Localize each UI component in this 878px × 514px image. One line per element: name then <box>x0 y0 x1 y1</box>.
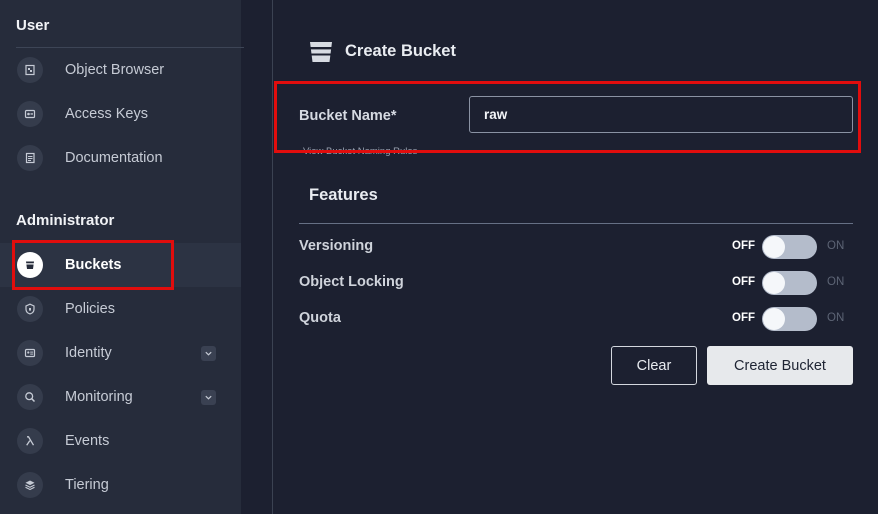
sidebar-item-label: Buckets <box>65 257 122 273</box>
quota-toggle[interactable] <box>762 307 817 331</box>
toggle-on-label: ON <box>827 276 845 288</box>
sidebar-item-buckets[interactable]: Buckets <box>0 243 241 287</box>
create-bucket-panel: Create Bucket Bucket Name* View Bucket N… <box>273 0 878 514</box>
sidebar-item-identity[interactable]: Identity <box>0 331 241 375</box>
sidebar-item-label: Events <box>65 433 110 449</box>
clear-button[interactable]: Clear <box>611 346 697 385</box>
toggle-knob <box>763 272 785 294</box>
sidebar-item-events[interactable]: Events <box>0 419 241 463</box>
sidebar-item-tiering[interactable]: Tiering <box>0 463 241 507</box>
chevron-down-icon[interactable] <box>201 389 216 405</box>
monitoring-icon <box>17 384 43 410</box>
feature-label: Versioning <box>299 238 374 254</box>
sidebar: User Object Browser Access Keys Document… <box>0 0 244 514</box>
object-browser-icon <box>17 57 43 83</box>
naming-rules-link[interactable]: View Bucket Naming Rules <box>303 146 417 157</box>
toggle-on-label: ON <box>827 312 845 324</box>
sidebar-item-access-keys[interactable]: Access Keys <box>0 92 241 136</box>
sidebar-item-label: Identity <box>65 345 112 361</box>
sidebar-item-label: Policies <box>65 301 115 317</box>
sidebar-item-label: Access Keys <box>65 106 148 122</box>
shield-icon <box>17 296 43 322</box>
sidebar-item-label: Object Browser <box>65 62 165 78</box>
toggle-off-label: OFF <box>732 312 755 324</box>
feature-row-versioning: Versioning OFF ON <box>299 235 853 259</box>
bucket-name-input[interactable] <box>469 96 853 133</box>
sidebar-item-label: Documentation <box>65 150 163 166</box>
lambda-icon <box>17 428 43 454</box>
sidebar-item-monitoring[interactable]: Monitoring <box>0 375 241 419</box>
feature-row-object-locking: Object Locking OFF ON <box>299 271 853 295</box>
toggle-knob <box>763 236 785 258</box>
admin-section-title: Administrator <box>16 212 115 229</box>
toggle-knob <box>763 308 785 330</box>
features-title: Features <box>309 186 378 204</box>
feature-label: Quota <box>299 310 341 326</box>
bucket-icon <box>17 252 43 278</box>
feature-label: Object Locking <box>299 274 404 290</box>
versioning-toggle[interactable] <box>762 235 817 259</box>
toggle-off-label: OFF <box>732 276 755 288</box>
tiering-icon <box>17 472 43 498</box>
page-title: Create Bucket <box>345 42 456 60</box>
object-locking-toggle[interactable] <box>762 271 817 295</box>
bucket-icon <box>310 42 332 62</box>
toggle-off-label: OFF <box>732 240 755 252</box>
feature-row-quota: Quota OFF ON <box>299 307 853 331</box>
user-section-title: User <box>16 17 50 34</box>
sidebar-item-policies[interactable]: Policies <box>0 287 241 331</box>
sidebar-item-object-browser[interactable]: Object Browser <box>0 48 241 92</box>
features-divider <box>299 223 853 224</box>
sidebar-item-label: Tiering <box>65 477 109 493</box>
sidebar-item-documentation[interactable]: Documentation <box>0 136 241 180</box>
chevron-down-icon[interactable] <box>201 345 216 361</box>
identity-icon <box>17 340 43 366</box>
bucket-name-label: Bucket Name* <box>299 108 397 124</box>
access-keys-icon <box>17 101 43 127</box>
create-bucket-button[interactable]: Create Bucket <box>707 346 853 385</box>
sidebar-item-label: Monitoring <box>65 389 133 405</box>
toggle-on-label: ON <box>827 240 845 252</box>
documentation-icon <box>17 145 43 171</box>
